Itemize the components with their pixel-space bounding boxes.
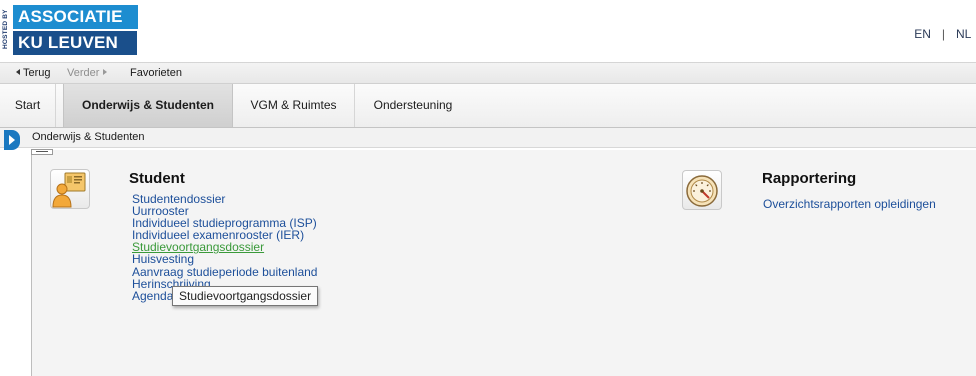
logo-line-ku-leuven: KU LEUVEN xyxy=(13,31,137,55)
language-en-link[interactable]: EN xyxy=(914,27,931,41)
back-button[interactable]: Terug xyxy=(16,67,51,79)
forward-arrow-icon xyxy=(103,69,108,75)
main-tab-bar: Start Onderwijs & Studenten VGM & Ruimte… xyxy=(0,84,976,128)
tab-ondersteuning[interactable]: Ondersteuning xyxy=(355,84,471,127)
expand-panel-icon[interactable] xyxy=(4,130,20,150)
language-switcher: EN | NL xyxy=(914,27,976,41)
tab-onderwijs-studenten[interactable]: Onderwijs & Studenten xyxy=(63,84,233,127)
breadcrumb-bar xyxy=(0,128,976,148)
forward-button[interactable]: Verder xyxy=(67,67,108,79)
logo-line-associatie: ASSOCIATIE xyxy=(13,5,138,29)
student-badge-icon[interactable] xyxy=(50,169,90,209)
link-aanvraag-studieperiode-buitenland[interactable]: Aanvraag studieperiode buitenland xyxy=(132,265,317,277)
rapportering-links: Overzichtsrapporten opleidingen xyxy=(763,198,936,210)
ku-leuven-logo[interactable]: ASSOCIATIE KU LEUVEN xyxy=(13,5,138,55)
hosted-by-label: HOSTED BY xyxy=(2,9,9,49)
header: HOSTED BY ASSOCIATIE KU LEUVEN EN | NL xyxy=(0,0,976,62)
breadcrumb: Onderwijs & Studenten xyxy=(32,131,145,143)
link-overzichtsrapporten-opleidingen[interactable]: Overzichtsrapporten opleidingen xyxy=(763,198,936,210)
collapse-handle-icon[interactable] xyxy=(31,149,53,155)
forward-label: Verder xyxy=(67,67,100,79)
student-section-title: Student xyxy=(129,170,185,187)
language-nl-link[interactable]: NL xyxy=(956,27,976,41)
tab-start[interactable]: Start xyxy=(0,84,56,127)
browser-nav-bar: Terug Verder Favorieten xyxy=(0,62,976,84)
gauge-icon[interactable] xyxy=(682,170,722,210)
tab-vgm-ruimtes[interactable]: VGM & Ruimtes xyxy=(233,84,355,127)
link-huisvesting[interactable]: Huisvesting xyxy=(132,253,317,265)
language-separator: | xyxy=(941,27,945,41)
rapportering-section-title: Rapportering xyxy=(762,170,857,187)
back-label: Terug xyxy=(23,67,51,79)
back-arrow-icon xyxy=(16,69,20,75)
tooltip: Studievoortgangsdossier xyxy=(172,286,319,306)
favorites-menu[interactable]: Favorieten xyxy=(130,67,182,79)
